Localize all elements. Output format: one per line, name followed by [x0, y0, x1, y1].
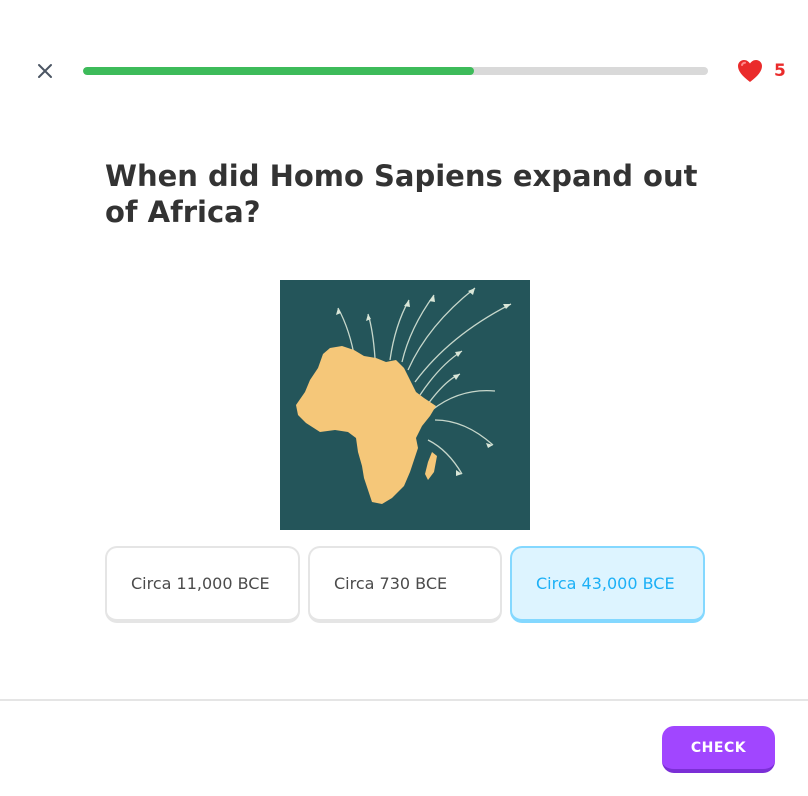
answer-option-1[interactable]: Circa 11,000 BCE	[105, 546, 300, 623]
answer-option-label: Circa 730 BCE	[334, 574, 448, 593]
lives-indicator: 5	[736, 58, 786, 84]
lesson-progress-fill	[83, 67, 474, 75]
africa-migration-map	[280, 280, 530, 530]
close-icon	[38, 64, 52, 78]
check-button-label: CHECK	[690, 739, 747, 756]
answer-option-label: Circa 43,000 BCE	[536, 574, 675, 593]
close-button[interactable]	[33, 59, 57, 83]
answer-option-3[interactable]: Circa 43,000 BCE	[510, 546, 705, 623]
answer-option-label: Circa 11,000 BCE	[131, 574, 270, 593]
lives-count: 5	[774, 61, 786, 81]
illustration	[280, 280, 530, 530]
heart-icon	[738, 60, 762, 82]
footer-divider	[0, 699, 808, 701]
question-title: When did Homo Sapiens expand out of Afri…	[105, 159, 698, 229]
lesson-progress-bar	[83, 67, 708, 75]
answer-option-2[interactable]: Circa 730 BCE	[308, 546, 502, 623]
check-button[interactable]: CHECK	[662, 726, 775, 773]
